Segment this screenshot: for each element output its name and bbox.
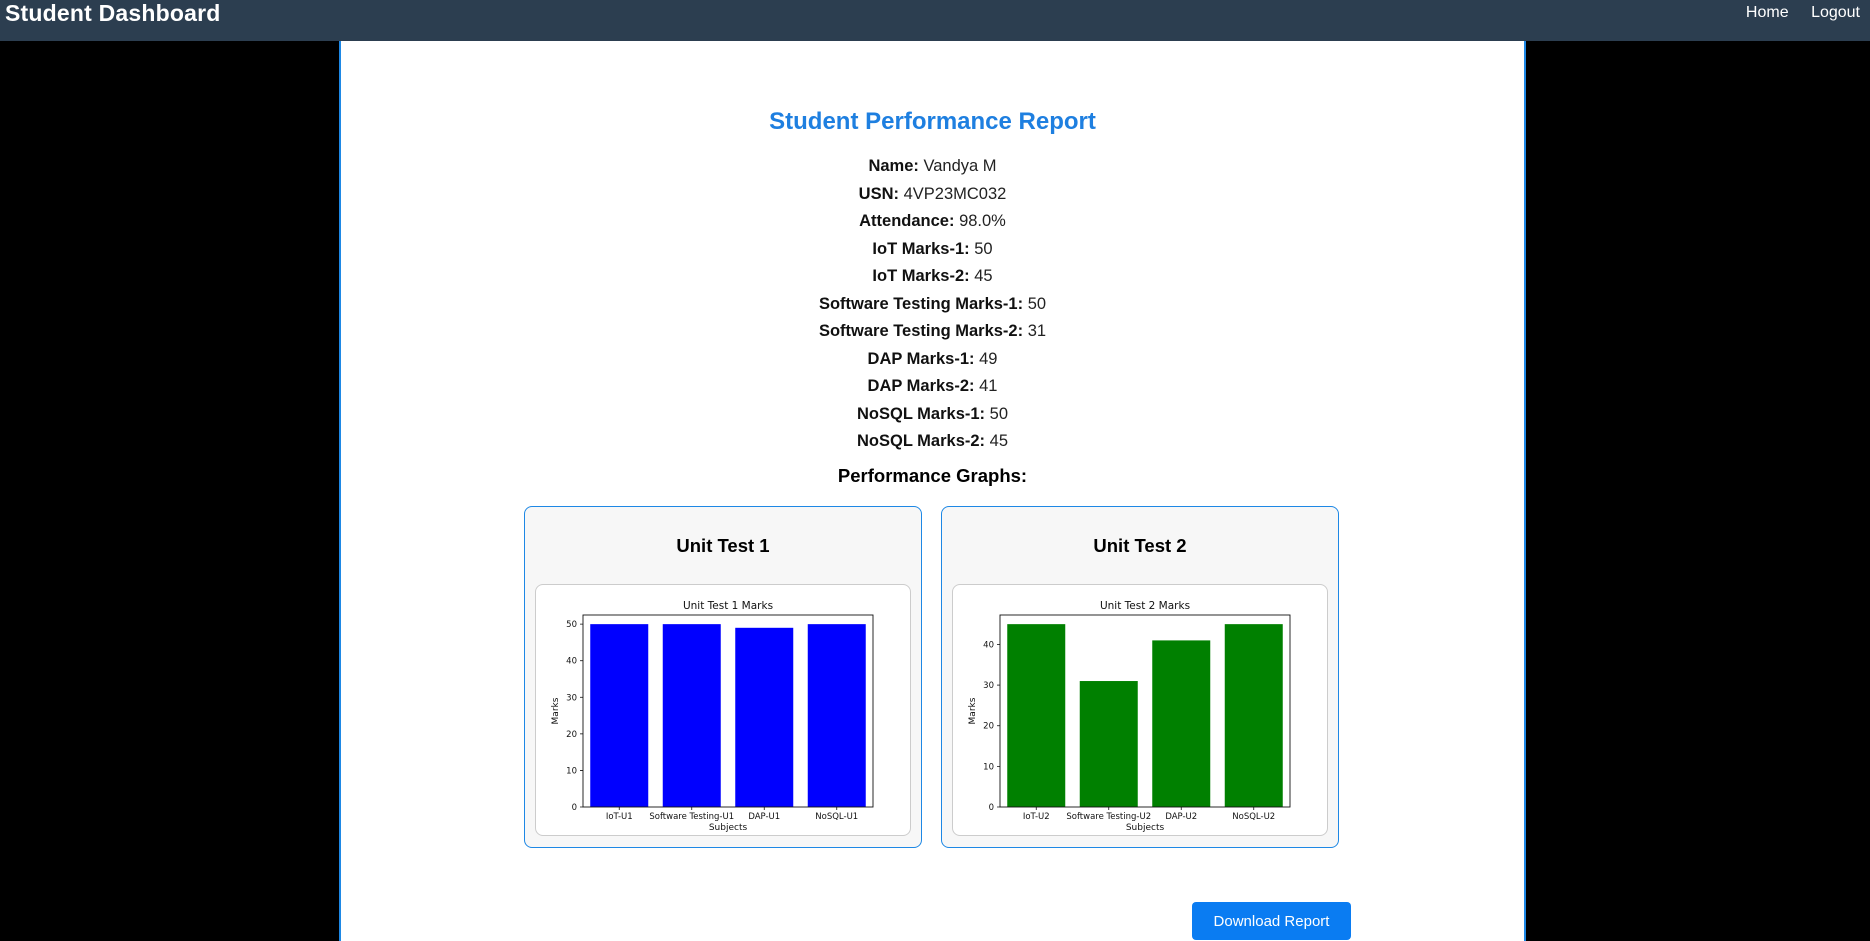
y-tick-label: 20	[566, 730, 577, 740]
field-label: DAP Marks-2:	[867, 377, 975, 395]
chart-title: Unit Test 1 Marks	[683, 600, 773, 612]
bar	[1079, 681, 1138, 807]
info-row-name: Name: Vandya M	[341, 153, 1524, 181]
x-axis-label: Subjects	[709, 823, 748, 833]
info-row-nosql-1: NoSQL Marks-1: 50	[341, 401, 1524, 429]
field-value: 4VP23MC032	[903, 184, 1007, 203]
field-value: 50	[989, 404, 1008, 423]
top-navbar: Student Dashboard Home Logout	[0, 0, 1870, 41]
x-tick-label: IoT-U2	[1023, 812, 1050, 822]
report-panel: Student Performance Report Name: Vandya …	[339, 41, 1526, 941]
field-value: 50	[974, 239, 993, 258]
y-tick-label: 40	[983, 640, 994, 650]
nav-home-link[interactable]: Home	[1746, 4, 1789, 21]
bar	[1224, 624, 1283, 807]
info-row-st-1: Software Testing Marks-1: 50	[341, 291, 1524, 319]
field-value: 98.0%	[959, 212, 1006, 230]
field-value: 45	[989, 432, 1008, 450]
bar	[662, 624, 721, 807]
field-value: 41	[979, 377, 998, 395]
download-report-button[interactable]: Download Report	[1192, 902, 1351, 940]
field-label: IoT Marks-1:	[872, 239, 970, 258]
x-tick-label: NoSQL-U2	[1232, 812, 1275, 822]
field-label: DAP Marks-1:	[867, 349, 975, 368]
y-tick-label: 10	[983, 762, 994, 772]
nav-logout-link[interactable]: Logout	[1811, 4, 1860, 21]
field-label: Name:	[868, 157, 919, 175]
x-tick-label: Software Testing-U1	[649, 812, 734, 822]
y-tick-label: 50	[566, 620, 577, 630]
field-label: USN:	[858, 184, 899, 203]
field-label: Attendance:	[859, 212, 955, 230]
y-tick-label: 30	[566, 693, 577, 703]
unit-test-2-chart: Unit Test 2 Marks IoT-U2 Software Testing-…	[952, 584, 1328, 836]
bar	[1007, 624, 1066, 807]
y-tick-label: 40	[566, 657, 577, 667]
unit-test-1-card: Unit Test 1 Unit Test 1 Marks IoT-U1 Softw…	[524, 506, 922, 848]
x-tick-label: NoSQL-U1	[815, 812, 858, 822]
info-row-dap-2: DAP Marks-2: 41	[341, 373, 1524, 401]
chart-title: Unit Test 2 Marks	[1100, 600, 1190, 612]
field-label: IoT Marks-2:	[872, 267, 970, 285]
card-heading: Unit Test 2	[1093, 535, 1187, 556]
bar	[735, 627, 794, 807]
x-tick-label: Software Testing-U2	[1066, 812, 1151, 822]
field-value: 45	[974, 267, 993, 285]
chart-svg: Unit Test 2 Marks IoT-U2 Software Testing-…	[968, 600, 1291, 833]
nav-links: Home Logout	[1728, 0, 1860, 25]
info-row-usn: USN: 4VP23MC032	[341, 181, 1524, 209]
student-info: Name: Vandya M USN: 4VP23MC032 Attendanc…	[341, 153, 1524, 456]
y-tick-label: 0	[989, 803, 994, 813]
x-tick-label: DAP-U2	[1165, 812, 1197, 822]
y-tick-label: 10	[566, 766, 577, 776]
bar	[807, 624, 866, 807]
y-axis-label: Marks	[551, 697, 561, 724]
field-label: Software Testing Marks-2:	[818, 322, 1024, 340]
bar	[590, 624, 649, 807]
x-axis-label: Subjects	[1126, 823, 1165, 833]
app-title: Student Dashboard	[5, 0, 221, 26]
info-row-attendance: Attendance: 98.0%	[341, 208, 1524, 236]
field-value: Vandya M	[923, 157, 997, 175]
info-row-st-2: Software Testing Marks-2: 31	[341, 318, 1524, 346]
card-heading: Unit Test 1	[676, 535, 770, 556]
field-label: NoSQL Marks-2:	[856, 432, 986, 450]
unit-test-2-card: Unit Test 2 Unit Test 2 Marks IoT-U2 Softw…	[941, 506, 1339, 848]
field-value: 31	[1027, 322, 1047, 340]
info-row-nosql-2: NoSQL Marks-2: 45	[341, 428, 1524, 456]
bar	[1152, 640, 1211, 807]
x-tick-label: DAP-U1	[748, 812, 780, 822]
report-title: Student Performance Report	[769, 108, 1096, 135]
y-tick-label: 30	[983, 681, 994, 691]
y-tick-label: 0	[572, 803, 577, 813]
field-label: NoSQL Marks-1:	[856, 404, 986, 423]
unit-test-1-chart: Unit Test 1 Marks IoT-U1 Software Testing-…	[535, 584, 911, 836]
chart-svg: Unit Test 1 Marks IoT-U1 Software Testing-…	[551, 600, 874, 833]
x-tick-label: IoT-U1	[606, 812, 633, 822]
field-label: Software Testing Marks-1:	[818, 294, 1024, 313]
graphs-heading: Performance Graphs:	[837, 465, 1028, 486]
y-axis-label: Marks	[968, 697, 978, 724]
info-row-dap-1: DAP Marks-1: 49	[341, 346, 1524, 374]
field-value: 49	[979, 349, 998, 368]
field-value: 50	[1027, 294, 1047, 313]
info-row-iot-1: IoT Marks-1: 50	[341, 236, 1524, 264]
y-tick-label: 20	[983, 722, 994, 732]
info-row-iot-2: IoT Marks-2: 45	[341, 263, 1524, 291]
